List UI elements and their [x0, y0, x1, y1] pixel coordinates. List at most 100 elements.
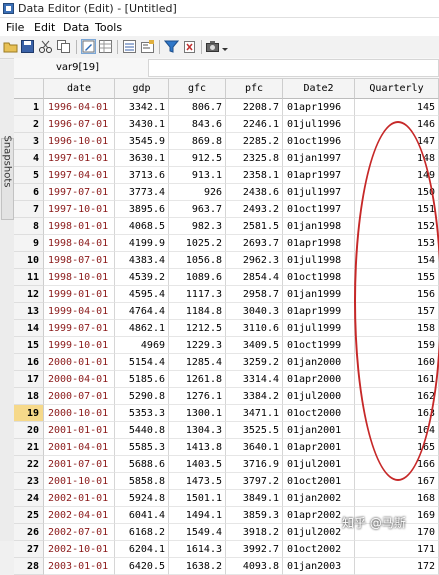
row-number[interactable]: 20 — [14, 422, 44, 439]
cell-pfc[interactable]: 2854.4 — [226, 269, 283, 286]
row-number[interactable]: 28 — [14, 558, 44, 575]
cell-d2[interactable]: 01apr1998 — [283, 235, 355, 252]
row-number[interactable]: 10 — [14, 252, 44, 269]
cell-date[interactable]: 1999-04-01 — [44, 303, 115, 320]
cell-d2[interactable]: 01oct1998 — [283, 269, 355, 286]
cell-d2[interactable]: 01jul1997 — [283, 184, 355, 201]
cell-pfc[interactable]: 3859.3 — [226, 507, 283, 524]
cell-pfc[interactable]: 3797.2 — [226, 473, 283, 490]
snapshot-icon[interactable] — [205, 39, 220, 54]
cell-d2[interactable]: 01jan2002 — [283, 490, 355, 507]
cell-pfc[interactable]: 2962.3 — [226, 252, 283, 269]
cell-d2[interactable]: 01oct1997 — [283, 201, 355, 218]
table-row[interactable]: 27 2002-10-01 6204.1 1614.3 3992.7 01oct2002 1… — [14, 541, 439, 558]
cell-gdp[interactable]: 4539.2 — [115, 269, 169, 286]
cell-gdp[interactable]: 3630.1 — [115, 150, 169, 167]
cell-gfc[interactable]: 1413.8 — [169, 439, 226, 456]
cell-gdp[interactable]: 5688.6 — [115, 456, 169, 473]
row-number[interactable]: 25 — [14, 507, 44, 524]
cell-date[interactable]: 2001-10-01 — [44, 473, 115, 490]
cell-pfc[interactable]: 3716.9 — [226, 456, 283, 473]
cell-gfc[interactable]: 1056.8 — [169, 252, 226, 269]
cell-date[interactable]: 1997-07-01 — [44, 184, 115, 201]
cell-pfc[interactable]: 2325.8 — [226, 150, 283, 167]
table-row[interactable]: 24 2002-01-01 5924.8 1501.1 3849.1 01jan2002 1… — [14, 490, 439, 507]
cell-date[interactable]: 2000-10-01 — [44, 405, 115, 422]
cell-gfc[interactable]: 806.7 — [169, 99, 226, 116]
cell-date[interactable]: 1997-01-01 — [44, 150, 115, 167]
cell-date[interactable]: 1996-04-01 — [44, 99, 115, 116]
menu-file[interactable]: File — [6, 21, 24, 34]
cell-gdp[interactable]: 4969 — [115, 337, 169, 354]
cell-gfc[interactable]: 912.5 — [169, 150, 226, 167]
column-header-quarterly[interactable]: Quarterly — [355, 79, 439, 99]
cell-gfc[interactable]: 1473.5 — [169, 473, 226, 490]
cell-d2[interactable]: 01jul1999 — [283, 320, 355, 337]
cell-gdp[interactable]: 5290.8 — [115, 388, 169, 405]
cell-d2[interactable]: 01jan1998 — [283, 218, 355, 235]
cell-pfc[interactable]: 3525.5 — [226, 422, 283, 439]
cell-gdp[interactable]: 5154.4 — [115, 354, 169, 371]
cell-pfc[interactable]: 4093.8 — [226, 558, 283, 575]
row-number[interactable]: 12 — [14, 286, 44, 303]
row-number[interactable]: 8 — [14, 218, 44, 235]
cell-gfc[interactable]: 1117.3 — [169, 286, 226, 303]
table-row[interactable]: 2 1996-07-01 3430.1 843.6 2246.1 01jul1996 146 — [14, 116, 439, 133]
cell-pfc[interactable]: 2958.7 — [226, 286, 283, 303]
cell-gfc[interactable]: 1276.1 — [169, 388, 226, 405]
cell-pfc[interactable]: 3040.3 — [226, 303, 283, 320]
table-row[interactable]: 1 1996-04-01 3342.1 806.7 2208.7 01apr1996 145 — [14, 99, 439, 116]
row-number[interactable]: 16 — [14, 354, 44, 371]
cell-gfc[interactable]: 1403.5 — [169, 456, 226, 473]
cell-gfc[interactable]: 1549.4 — [169, 524, 226, 541]
column-header-pfc[interactable]: pfc — [226, 79, 283, 99]
cell-pfc[interactable]: 3471.1 — [226, 405, 283, 422]
cell-gdp[interactable]: 5585.3 — [115, 439, 169, 456]
cell-gdp[interactable]: 6041.4 — [115, 507, 169, 524]
column-header-date[interactable]: date — [44, 79, 115, 99]
row-number[interactable]: 27 — [14, 541, 44, 558]
cell-gdp[interactable]: 4199.9 — [115, 235, 169, 252]
cell-pfc[interactable]: 3992.7 — [226, 541, 283, 558]
cell-gfc[interactable]: 1300.1 — [169, 405, 226, 422]
table-row[interactable]: 28 2003-01-01 6420.5 1638.2 4093.8 01jan2003 1… — [14, 558, 439, 575]
cell-gdp[interactable]: 3545.9 — [115, 133, 169, 150]
row-number[interactable]: 18 — [14, 388, 44, 405]
cell-d2[interactable]: 01apr1997 — [283, 167, 355, 184]
column-header-gdp[interactable]: gdp — [115, 79, 169, 99]
table-row[interactable]: 22 2001-07-01 5688.6 1403.5 3716.9 01jul2001 1… — [14, 456, 439, 473]
row-number[interactable]: 5 — [14, 167, 44, 184]
row-number[interactable]: 6 — [14, 184, 44, 201]
cell-d2[interactable]: 01oct1999 — [283, 337, 355, 354]
cell-q[interactable]: 171 — [355, 541, 439, 558]
cell-gfc[interactable]: 963.7 — [169, 201, 226, 218]
cell-gfc[interactable]: 926 — [169, 184, 226, 201]
row-number[interactable]: 11 — [14, 269, 44, 286]
row-number[interactable]: 26 — [14, 524, 44, 541]
filter-icon[interactable] — [164, 39, 179, 54]
row-number[interactable]: 21 — [14, 439, 44, 456]
cell-gdp[interactable]: 3895.6 — [115, 201, 169, 218]
cell-d2[interactable]: 01jan1997 — [283, 150, 355, 167]
cell-gdp[interactable]: 4595.4 — [115, 286, 169, 303]
row-number[interactable]: 4 — [14, 150, 44, 167]
row-number[interactable]: 3 — [14, 133, 44, 150]
cell-pfc[interactable]: 2693.7 — [226, 235, 283, 252]
dropdown-icon[interactable] — [221, 39, 236, 54]
cell-gfc[interactable]: 1304.3 — [169, 422, 226, 439]
cell-pfc[interactable]: 3640.1 — [226, 439, 283, 456]
cell-d2[interactable]: 01apr2001 — [283, 439, 355, 456]
cell-d2[interactable]: 01apr2000 — [283, 371, 355, 388]
browse-mode-icon[interactable] — [98, 39, 113, 54]
menu-data[interactable]: Data — [63, 21, 89, 34]
cell-date[interactable]: 1996-10-01 — [44, 133, 115, 150]
cell-pfc[interactable]: 3384.2 — [226, 388, 283, 405]
cell-d2[interactable]: 01apr1996 — [283, 99, 355, 116]
cell-date[interactable]: 2000-01-01 — [44, 354, 115, 371]
save-icon[interactable] — [20, 39, 35, 54]
cell-pfc[interactable]: 2208.7 — [226, 99, 283, 116]
cell-pfc[interactable]: 3110.6 — [226, 320, 283, 337]
cell-d2[interactable]: 01oct1996 — [283, 133, 355, 150]
cell-date[interactable]: 2000-04-01 — [44, 371, 115, 388]
corner-cell[interactable] — [14, 79, 44, 99]
